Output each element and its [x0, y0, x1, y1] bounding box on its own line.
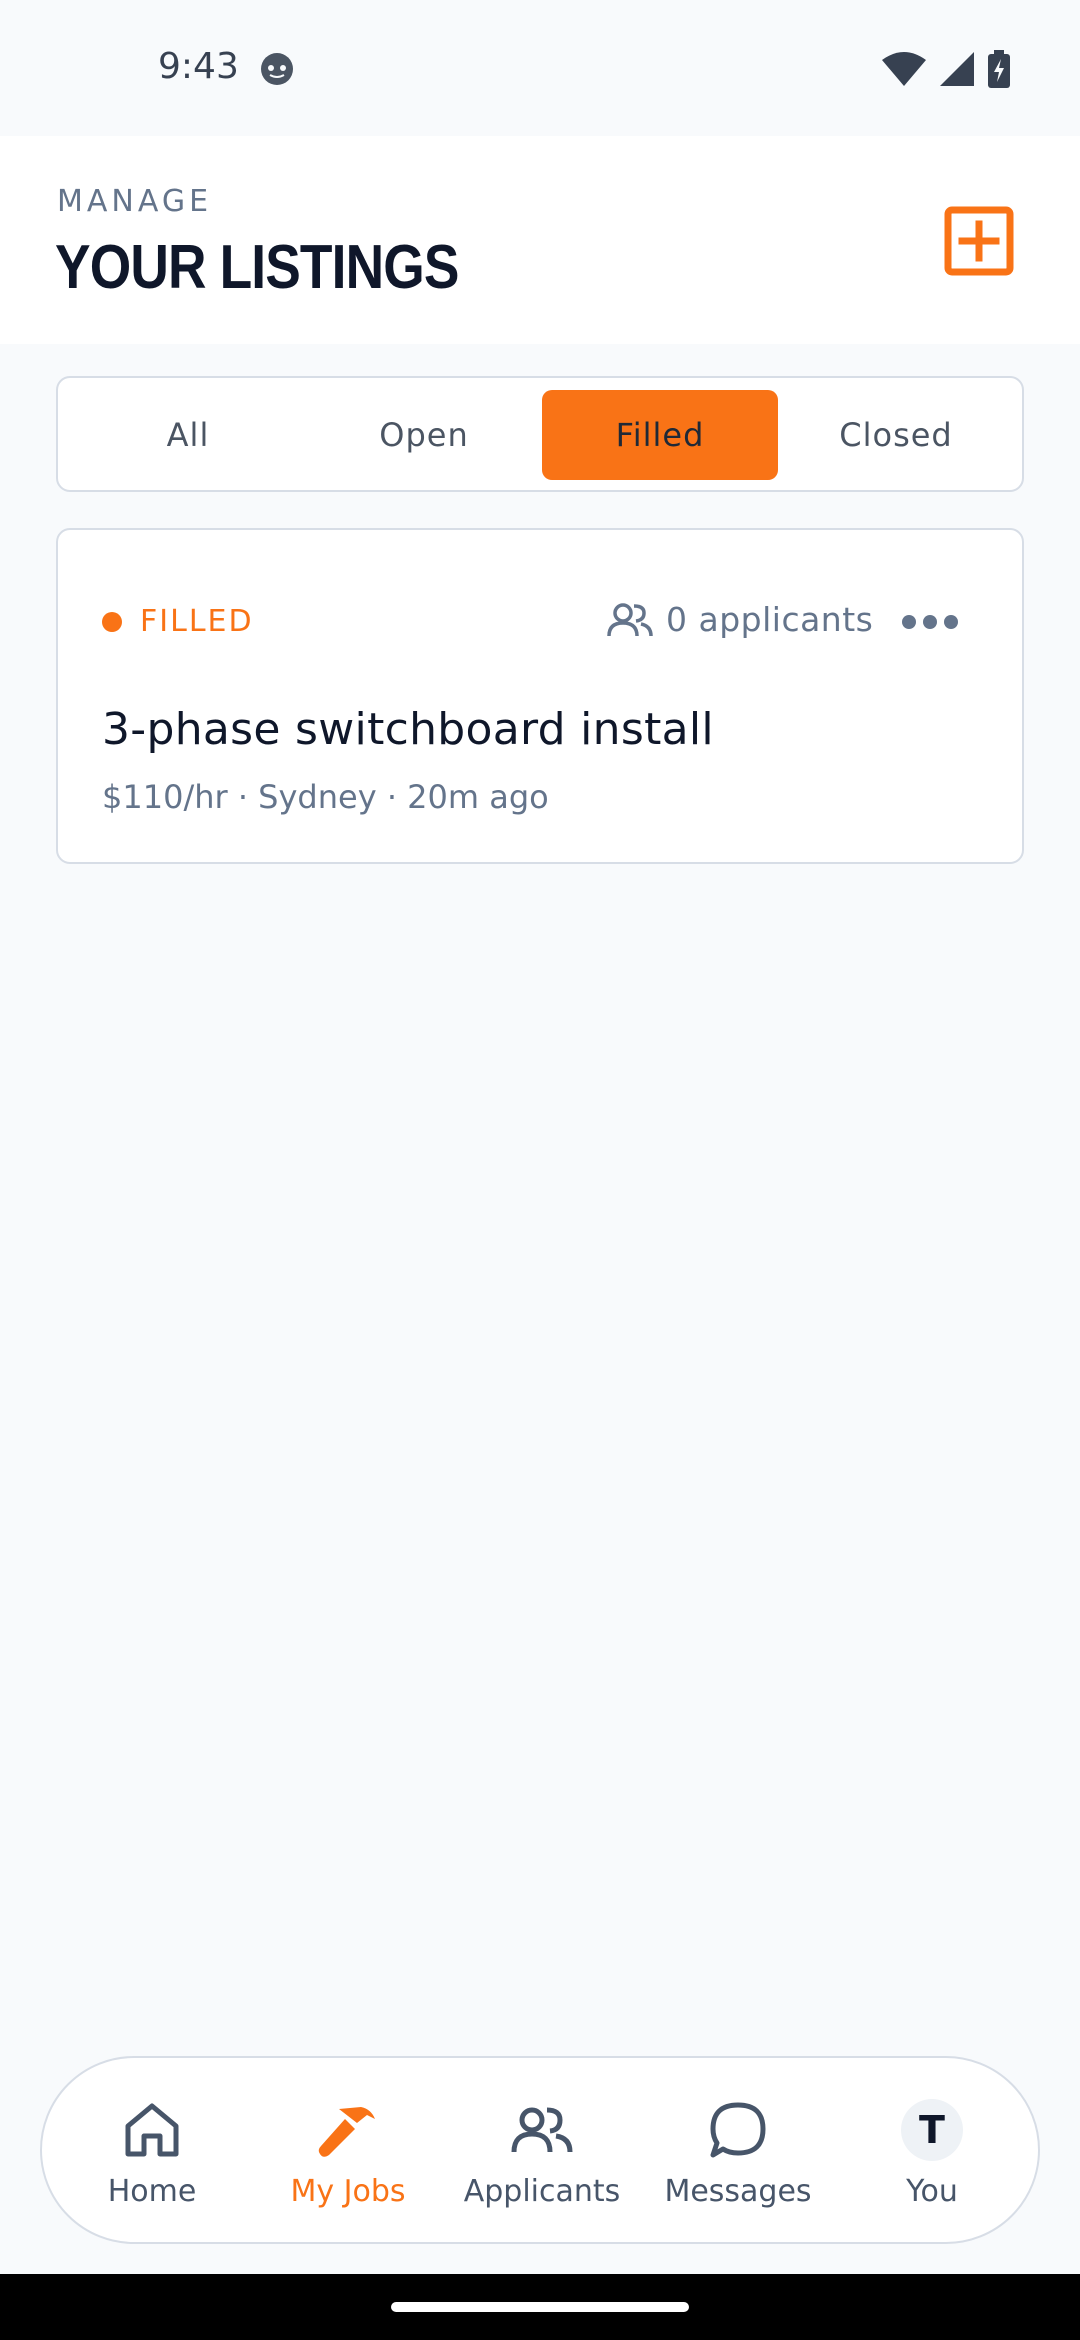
nav-applicants-label: Applicants	[463, 2174, 621, 2209]
users-icon	[607, 602, 653, 636]
nav-home[interactable]: Home	[54, 2058, 250, 2246]
face-icon	[260, 52, 294, 90]
signal-icon	[940, 52, 974, 90]
status-dot	[102, 612, 122, 632]
add-listing-button[interactable]	[944, 206, 1014, 276]
nav-you[interactable]: T You	[834, 2058, 1030, 2246]
status-bar: 9:43	[0, 0, 1080, 136]
tab-filled[interactable]: Filled	[542, 390, 778, 480]
tab-open[interactable]: Open	[306, 390, 542, 480]
bottom-nav: Home My Jobs Applicants Messages T You	[40, 2056, 1040, 2244]
nav-you-label: You	[906, 2174, 958, 2209]
nav-messages[interactable]: Messages	[640, 2058, 836, 2246]
avatar: T	[901, 2099, 963, 2161]
gesture-nav-area	[0, 2274, 1080, 2340]
battery-charging-icon	[988, 50, 1010, 92]
header-eyebrow: MANAGE	[57, 184, 213, 219]
home-icon	[123, 2100, 181, 2160]
users-icon	[510, 2100, 574, 2160]
nav-my-jobs[interactable]: My Jobs	[250, 2058, 446, 2246]
nav-applicants[interactable]: Applicants	[444, 2058, 640, 2246]
nav-home-label: Home	[107, 2174, 197, 2209]
more-horizontal-icon	[902, 615, 958, 629]
applicants-count: 0 applicants	[606, 600, 873, 639]
hammer-icon	[317, 2100, 379, 2160]
job-title: 3-phase switchboard install	[102, 704, 714, 755]
job-meta: $110/hr · Sydney · 20m ago	[102, 778, 549, 816]
home-gesture-handle[interactable]	[391, 2302, 689, 2312]
filter-tabs: All Open Filled Closed	[56, 376, 1024, 492]
tab-all[interactable]: All	[70, 390, 306, 480]
plus-square-icon	[944, 206, 1014, 276]
tab-closed[interactable]: Closed	[778, 390, 1014, 480]
status-time: 9:43	[158, 46, 239, 87]
nav-my-jobs-label: My Jobs	[290, 2174, 406, 2209]
wifi-icon	[882, 52, 926, 90]
page-title: YOUR LISTINGS	[55, 233, 459, 302]
listing-card[interactable]: FILLED 0 applicants 3-phase switchboard …	[56, 528, 1024, 864]
chat-bubble-icon	[709, 2100, 767, 2160]
more-options-button[interactable]	[900, 612, 960, 632]
status-badge: FILLED	[140, 604, 254, 639]
nav-messages-label: Messages	[664, 2174, 812, 2209]
header: MANAGE YOUR LISTINGS	[0, 136, 1080, 344]
applicants-label: 0 applicants	[666, 600, 874, 639]
